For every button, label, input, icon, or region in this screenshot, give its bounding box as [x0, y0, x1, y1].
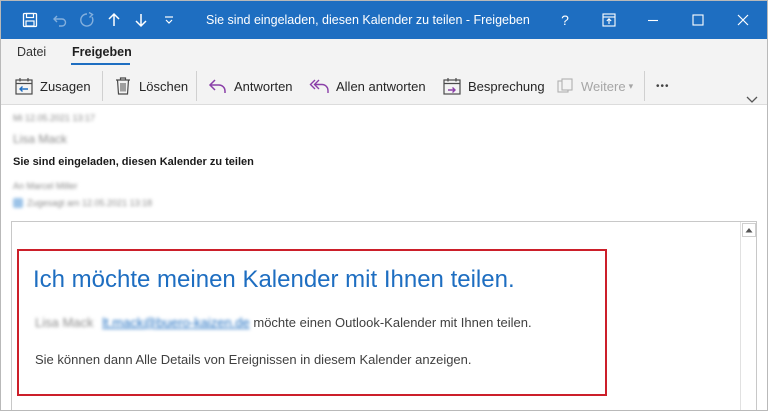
overflow-menu-button[interactable]: ••• — [656, 73, 670, 99]
minimize-icon[interactable] — [631, 1, 675, 39]
message-header: Mi 12.05.2021 13:17 Lisa Mack Sie sind e… — [1, 106, 767, 221]
active-tab-indicator — [71, 63, 130, 65]
more-actions-icon — [554, 75, 576, 97]
calendar-meeting-icon — [441, 75, 463, 97]
meeting-button[interactable]: Besprechung — [441, 73, 545, 99]
window-title: Sie sind eingeladen, diesen Kalender zu … — [206, 13, 530, 27]
ribbon-display-options-icon[interactable] — [587, 1, 631, 39]
title-bar: Sie sind eingeladen, diesen Kalender zu … — [1, 1, 767, 39]
accepted-info: Zugesagt am 12.05.2021 13:18 — [13, 198, 152, 208]
meeting-label: Besprechung — [468, 78, 545, 94]
sharing-line-1: Lisa Mack lt.mack@buero-kaizen.de möchte… — [35, 315, 532, 330]
delete-button[interactable]: Löschen — [112, 73, 188, 99]
message-subject: Sie sind eingeladen, diesen Kalender zu … — [13, 156, 254, 168]
save-icon[interactable] — [17, 1, 43, 39]
accepted-text: Zugesagt am 12.05.2021 13:18 — [27, 198, 153, 208]
message-date: Mi 12.05.2021 13:17 — [13, 113, 96, 123]
tab-freigeben[interactable]: Freigeben — [72, 45, 132, 59]
ribbon-tabs: Datei Freigeben — [1, 39, 767, 67]
vertical-scrollbar[interactable] — [740, 222, 756, 410]
accept-button[interactable]: Zusagen — [13, 73, 91, 99]
reply-all-label: Allen antworten — [336, 78, 426, 94]
reply-label: Antworten — [234, 78, 293, 94]
close-icon[interactable] — [721, 1, 765, 39]
reply-all-button[interactable]: Allen antworten — [309, 73, 426, 99]
sharing-sender-name: Lisa Mack — [35, 315, 94, 330]
redo-icon[interactable] — [74, 1, 100, 39]
more-button[interactable]: Weitere ▾ — [554, 73, 633, 99]
outlook-message-window: Sie sind eingeladen, diesen Kalender zu … — [0, 0, 768, 411]
tab-datei[interactable]: Datei — [17, 45, 46, 59]
delete-label: Löschen — [139, 78, 189, 94]
accepted-icon — [13, 198, 23, 208]
ribbon-separator — [196, 71, 197, 101]
sender-name: Lisa Mack — [13, 132, 68, 146]
reply-all-icon — [309, 75, 331, 97]
chevron-down-icon: ▾ — [628, 80, 634, 91]
sharing-line-2: Sie können dann Alle Details von Ereigni… — [35, 352, 472, 367]
arrow-up-icon[interactable] — [101, 1, 127, 39]
reply-icon — [207, 75, 229, 97]
undo-icon[interactable] — [47, 1, 73, 39]
ribbon-separator — [102, 71, 103, 101]
sharing-heading: Ich möchte meinen Kalender mit Ihnen tei… — [33, 266, 515, 293]
more-label: Weitere — [581, 78, 626, 94]
help-button[interactable]: ? — [543, 1, 587, 39]
calendar-accept-icon — [13, 75, 35, 97]
accept-label: Zusagen — [40, 78, 91, 94]
customize-quick-access-icon[interactable] — [156, 1, 182, 39]
ribbon-separator — [644, 71, 645, 101]
reply-button[interactable]: Antworten — [207, 73, 293, 99]
sharing-line-1-text: möchte einen Outlook-Kalender mit Ihnen … — [249, 315, 532, 330]
trash-icon — [112, 75, 134, 97]
maximize-icon[interactable] — [676, 1, 720, 39]
ribbon-toolbar: Zusagen Löschen Antworten Allen antworte… — [1, 67, 767, 105]
arrow-down-icon[interactable] — [128, 1, 154, 39]
calendar-sharing-invitation: Ich möchte meinen Kalender mit Ihnen tei… — [17, 249, 607, 396]
scroll-up-icon[interactable] — [742, 223, 756, 237]
recipient-line: An Marcel Miller — [13, 181, 78, 191]
sharing-sender-email[interactable]: lt.mack@buero-kaizen.de — [102, 315, 250, 330]
